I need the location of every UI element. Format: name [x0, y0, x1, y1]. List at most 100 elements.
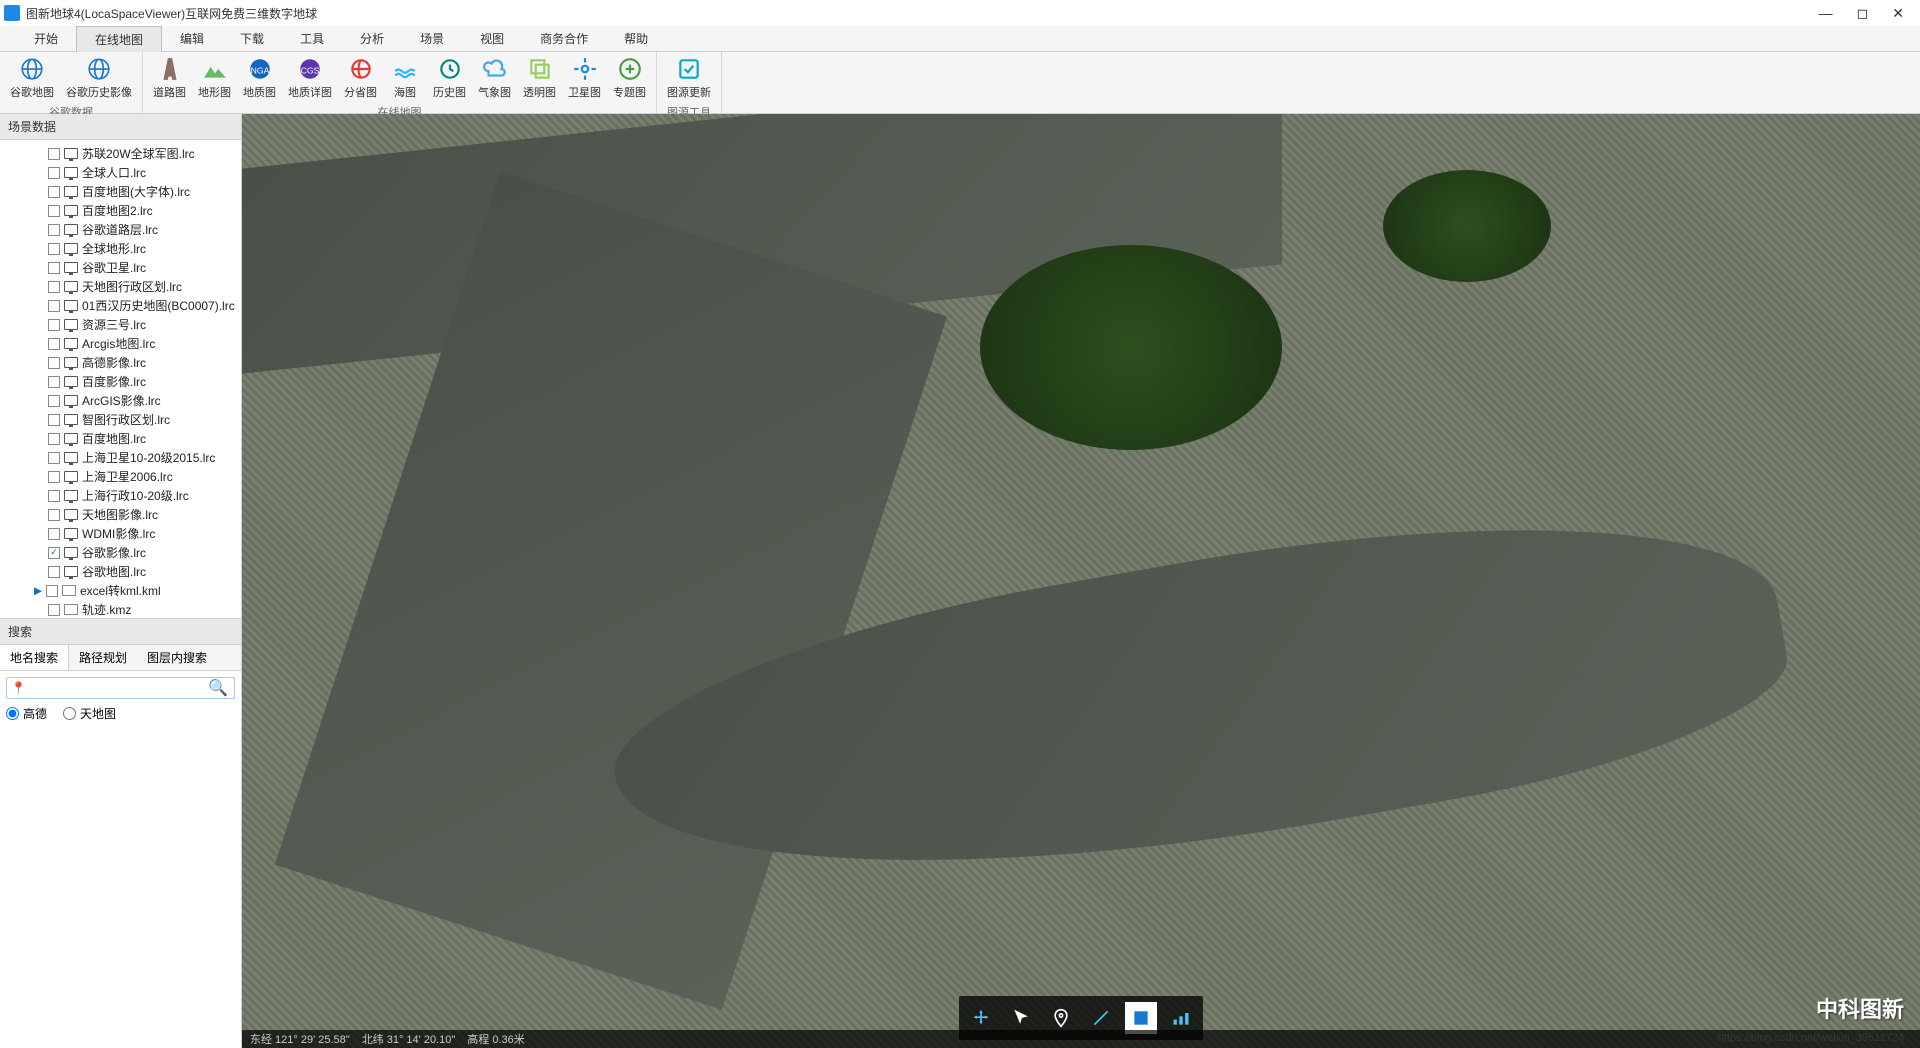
- tree-item[interactable]: 百度地图.lrc: [0, 429, 241, 448]
- tree-checkbox[interactable]: [48, 604, 60, 616]
- tree-checkbox[interactable]: [48, 547, 60, 559]
- search-input[interactable]: [30, 678, 202, 698]
- monitor-icon: [64, 414, 78, 425]
- layer-tree[interactable]: 苏联20W全球军图.lrc全球人口.lrc百度地图(大字体).lrc百度地图2.…: [0, 140, 241, 618]
- tree-checkbox[interactable]: [48, 300, 60, 312]
- tree-item[interactable]: 百度地图(大字体).lrc: [0, 182, 241, 201]
- tree-item[interactable]: 天地图影像.lrc: [0, 505, 241, 524]
- search-tab-图层内搜索[interactable]: 图层内搜索: [137, 645, 217, 670]
- tree-checkbox[interactable]: [48, 148, 60, 160]
- tree-checkbox[interactable]: [48, 262, 60, 274]
- tree-checkbox[interactable]: [48, 528, 60, 540]
- tree-checkbox[interactable]: [48, 490, 60, 502]
- tree-item[interactable]: ▶excel转kml.kml: [0, 581, 241, 600]
- menu-编辑[interactable]: 编辑: [162, 26, 222, 51]
- svg-text:CGS: CGS: [301, 65, 320, 75]
- ribbon-图源更新[interactable]: 图源更新: [663, 54, 715, 102]
- status-item: 高程 0.36米: [467, 1031, 524, 1047]
- tree-item[interactable]: 谷歌道路层.lrc: [0, 220, 241, 239]
- tree-label: 百度影像.lrc: [82, 373, 146, 390]
- ribbon-地形图[interactable]: 地形图: [194, 54, 235, 102]
- menu-场景[interactable]: 场景: [402, 26, 462, 51]
- menu-帮助[interactable]: 帮助: [606, 26, 666, 51]
- monitor-icon: [64, 490, 78, 501]
- maximize-button[interactable]: ◻: [1857, 5, 1869, 22]
- tree-checkbox[interactable]: [48, 338, 60, 350]
- tree-checkbox[interactable]: [48, 395, 60, 407]
- tree-item[interactable]: 资源三号.lrc: [0, 315, 241, 334]
- radio-input[interactable]: [6, 707, 19, 720]
- sidebar: 场景数据 苏联20W全球军图.lrc全球人口.lrc百度地图(大字体).lrc百…: [0, 114, 242, 1048]
- tree-item[interactable]: 智图行政区划.lrc: [0, 410, 241, 429]
- tree-item[interactable]: 百度地图2.lrc: [0, 201, 241, 220]
- radio-input[interactable]: [63, 707, 76, 720]
- tree-item[interactable]: WDMI影像.lrc: [0, 524, 241, 543]
- theme-icon: [617, 56, 643, 82]
- menu-视图[interactable]: 视图: [462, 26, 522, 51]
- tree-item[interactable]: 高德影像.lrc: [0, 353, 241, 372]
- menu-工具[interactable]: 工具: [282, 26, 342, 51]
- ribbon-label: 谷歌历史影像: [66, 84, 132, 100]
- ribbon-地质图[interactable]: NGA地质图: [239, 54, 280, 102]
- menu-在线地图[interactable]: 在线地图: [76, 26, 162, 52]
- ribbon-专题图[interactable]: 专题图: [609, 54, 650, 102]
- close-button[interactable]: ✕: [1892, 5, 1904, 22]
- tree-item[interactable]: 上海卫星10-20级2015.lrc: [0, 448, 241, 467]
- tree-item[interactable]: 01西汉历史地图(BC0007).lrc: [0, 296, 241, 315]
- tree-checkbox[interactable]: [48, 566, 60, 578]
- tree-item[interactable]: 上海卫星2006.lrc: [0, 467, 241, 486]
- tree-item[interactable]: 上海行政10-20级.lrc: [0, 486, 241, 505]
- ribbon-分省图[interactable]: 分省图: [340, 54, 381, 102]
- tree-checkbox[interactable]: [48, 376, 60, 388]
- tree-checkbox[interactable]: [48, 243, 60, 255]
- ribbon-道路图[interactable]: 道路图: [149, 54, 190, 102]
- tree-item[interactable]: 谷歌卫星.lrc: [0, 258, 241, 277]
- radio-高德[interactable]: 高德: [6, 705, 47, 722]
- minimize-button[interactable]: —: [1819, 5, 1833, 22]
- tree-checkbox[interactable]: [48, 224, 60, 236]
- tree-checkbox[interactable]: [48, 414, 60, 426]
- map-viewport[interactable]: 中科图新 https://blog.csdn.net/weixin_395117…: [242, 114, 1920, 1048]
- ribbon-历史图[interactable]: 历史图: [429, 54, 470, 102]
- tree-item[interactable]: 全球地形.lrc: [0, 239, 241, 258]
- tree-checkbox[interactable]: [48, 281, 60, 293]
- tree-item[interactable]: 轨迹.kmz: [0, 600, 241, 618]
- tree-label: 谷歌道路层.lrc: [82, 221, 158, 238]
- menu-商务合作[interactable]: 商务合作: [522, 26, 606, 51]
- search-tab-地名搜索[interactable]: 地名搜索: [0, 645, 69, 670]
- tree-checkbox[interactable]: [48, 205, 60, 217]
- tree-item[interactable]: 全球人口.lrc: [0, 163, 241, 182]
- tree-checkbox[interactable]: [46, 585, 58, 597]
- menu-开始[interactable]: 开始: [16, 26, 76, 51]
- monitor-icon: [64, 452, 78, 463]
- ribbon-卫星图[interactable]: 卫星图: [564, 54, 605, 102]
- tree-checkbox[interactable]: [48, 509, 60, 521]
- ribbon-气象图[interactable]: 气象图: [474, 54, 515, 102]
- monitor-icon: [64, 319, 78, 330]
- tree-item[interactable]: Arcgis地图.lrc: [0, 334, 241, 353]
- tree-item[interactable]: 苏联20W全球军图.lrc: [0, 144, 241, 163]
- ribbon-谷歌历史影像[interactable]: 谷歌历史影像: [62, 54, 136, 102]
- tree-item[interactable]: ArcGIS影像.lrc: [0, 391, 241, 410]
- tree-item[interactable]: 谷歌影像.lrc: [0, 543, 241, 562]
- tree-item[interactable]: 谷歌地图.lrc: [0, 562, 241, 581]
- tree-checkbox[interactable]: [48, 357, 60, 369]
- tree-checkbox[interactable]: [48, 452, 60, 464]
- tree-arrow-icon[interactable]: ▶: [34, 585, 44, 597]
- search-icon[interactable]: 🔍: [202, 678, 234, 698]
- tree-item[interactable]: 天地图行政区划.lrc: [0, 277, 241, 296]
- tree-checkbox[interactable]: [48, 319, 60, 331]
- tree-item[interactable]: 百度影像.lrc: [0, 372, 241, 391]
- ribbon-海图[interactable]: 海图: [385, 54, 425, 102]
- radio-天地图[interactable]: 天地图: [63, 705, 116, 722]
- menu-分析[interactable]: 分析: [342, 26, 402, 51]
- ribbon-谷歌地图[interactable]: 谷歌地图: [6, 54, 58, 102]
- search-tab-路径规划[interactable]: 路径规划: [69, 645, 137, 670]
- tree-checkbox[interactable]: [48, 167, 60, 179]
- menu-下载[interactable]: 下载: [222, 26, 282, 51]
- tree-checkbox[interactable]: [48, 433, 60, 445]
- tree-checkbox[interactable]: [48, 471, 60, 483]
- ribbon-地质详图[interactable]: CGS地质详图: [284, 54, 336, 102]
- ribbon-透明图[interactable]: 透明图: [519, 54, 560, 102]
- tree-checkbox[interactable]: [48, 186, 60, 198]
